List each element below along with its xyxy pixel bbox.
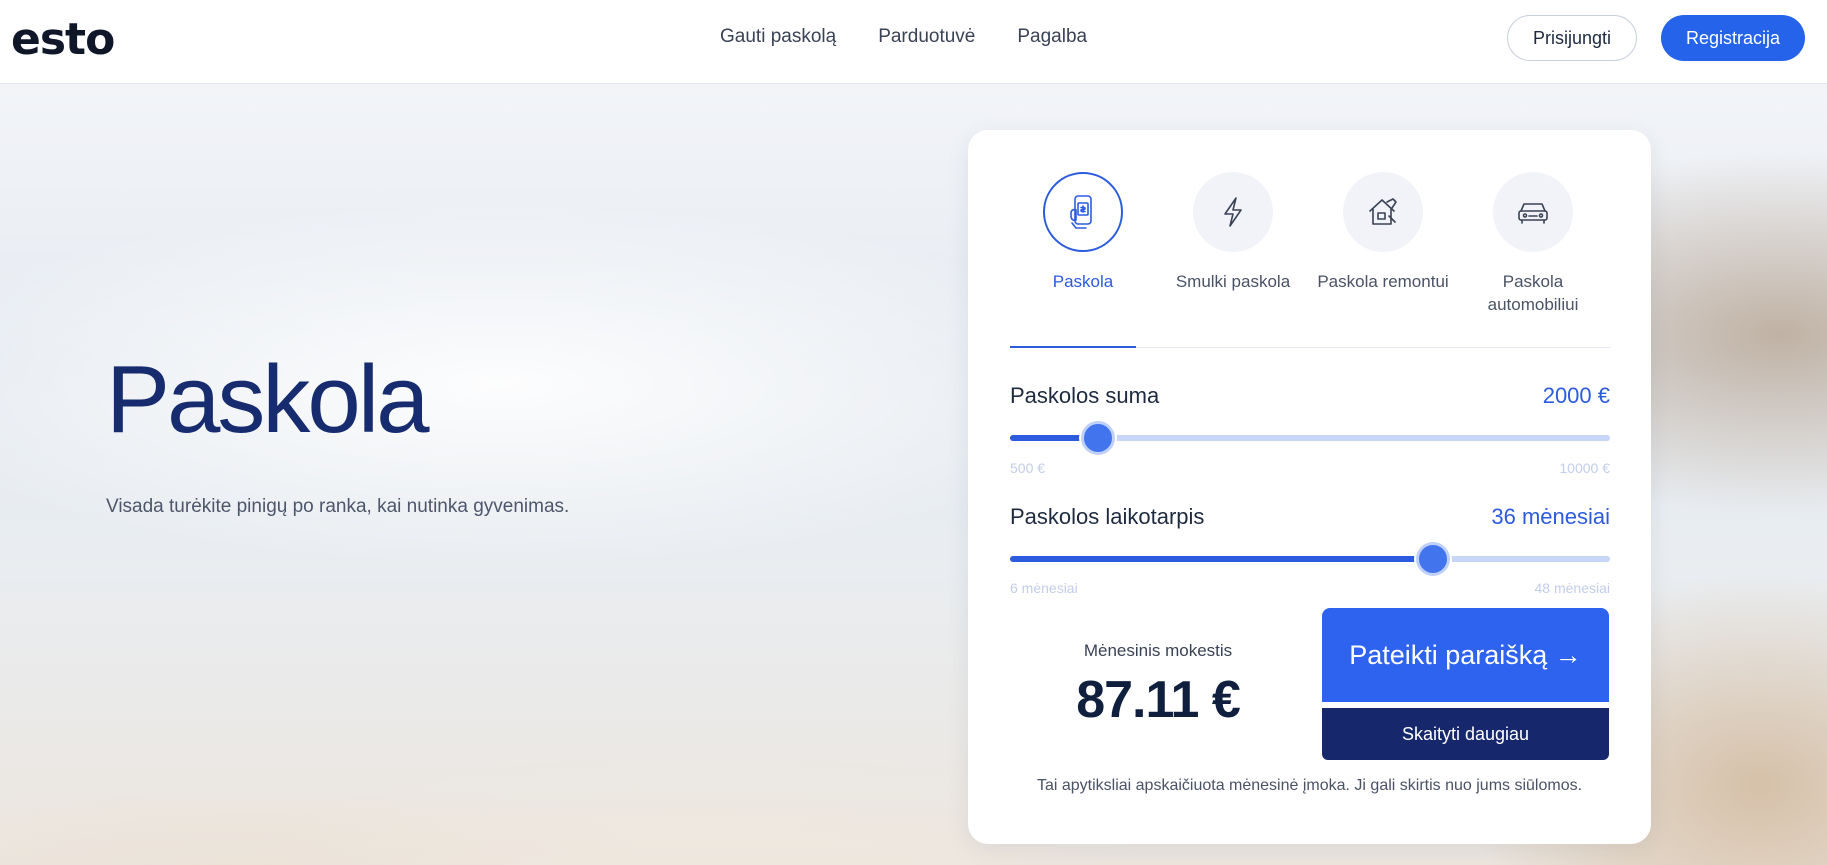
amount-slider-thumb[interactable]: [1081, 421, 1116, 455]
car-icon: [1518, 203, 1548, 224]
esto-logo[interactable]: esto: [11, 14, 115, 65]
amount-max: 10000 €: [1559, 460, 1610, 476]
loan-type-icon-circle: [1193, 172, 1273, 252]
loan-calculator-card: Paskola Smulki paskola Paskola remontui …: [968, 130, 1651, 844]
active-tab-indicator: [1010, 346, 1136, 348]
amount-label: Paskolos suma: [1010, 383, 1160, 408]
term-label: Paskolos laikotarpis: [1010, 504, 1205, 529]
estimate-disclaimer: Tai apytiksliai apskaičiuota mėnesinė įm…: [1036, 777, 1583, 794]
nav-help[interactable]: Pagalba: [1017, 26, 1087, 48]
loan-type-label: Smulki paskola: [1175, 272, 1291, 291]
amount-slider[interactable]: [1010, 421, 1610, 455]
loan-type-icon-circle: [1343, 172, 1423, 252]
house-repair-icon: [1369, 198, 1397, 225]
phone-money-icon: [1070, 195, 1092, 229]
nav-get-loan[interactable]: Gauti paskolą: [720, 26, 836, 48]
loan-type-label: Paskola: [1052, 272, 1114, 291]
term-slider-fill: [1010, 556, 1433, 562]
loan-type-car[interactable]: Paskola automobiliui: [1458, 172, 1608, 316]
submit-application-button[interactable]: Pateikti paraišką →: [1322, 608, 1609, 702]
loan-type-label: Paskola remontui: [1317, 272, 1449, 291]
term-min: 6 mėnesiai: [1010, 580, 1078, 596]
loan-type-small[interactable]: Smulki paskola: [1158, 172, 1308, 316]
amount-value: 2000 €: [1542, 383, 1610, 408]
term-value: 36 mėnesiai: [1491, 504, 1610, 529]
amount-min: 500 €: [1010, 460, 1046, 476]
loan-type-renovation[interactable]: Paskola remontui: [1308, 172, 1458, 316]
page-title: Paskola: [106, 346, 430, 453]
term-slider-thumb[interactable]: [1416, 542, 1450, 576]
site-header: esto Gauti paskolą Parduotuvė Pagalba Pr…: [0, 0, 1827, 84]
term-slider[interactable]: [1010, 542, 1610, 576]
nav-shop[interactable]: Parduotuvė: [878, 26, 975, 48]
read-more-button[interactable]: Skaityti daugiau: [1322, 708, 1609, 760]
monthly-payment-label: Mėnesinis mokestis: [1083, 641, 1233, 660]
loan-type-label: Paskola automobiliui: [1487, 272, 1579, 314]
loan-type-selector: Paskola Smulki paskola Paskola remontui …: [1008, 172, 1608, 316]
page-subtitle: Visada turėkite pinigų po ranka, kai nut…: [106, 496, 570, 517]
loan-type-icon-circle: [1493, 172, 1573, 252]
register-button[interactable]: Registracija: [1661, 15, 1805, 61]
login-button[interactable]: Prisijungti: [1507, 15, 1637, 61]
loan-type-paskola[interactable]: Paskola: [1008, 172, 1158, 316]
lightning-icon: [1224, 197, 1242, 227]
monthly-payment-value: 87.11 €: [1076, 671, 1241, 729]
loan-type-icon-circle: [1043, 172, 1123, 252]
term-max: 48 mėnesiai: [1534, 580, 1611, 596]
main-nav: Gauti paskolą Parduotuvė Pagalba: [720, 26, 1087, 48]
